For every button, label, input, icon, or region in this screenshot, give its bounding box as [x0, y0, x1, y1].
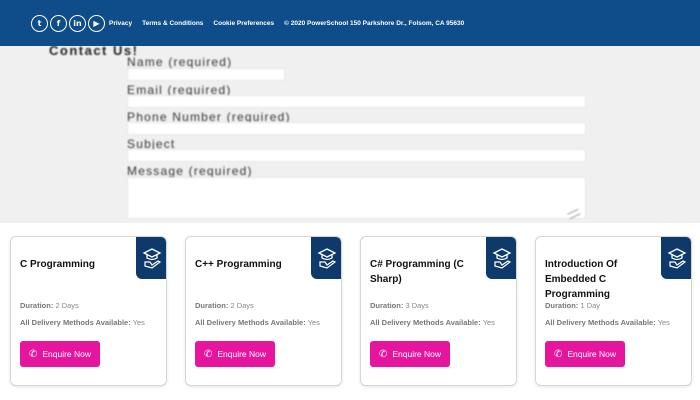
- linkedin-icon[interactable]: in: [69, 14, 86, 32]
- course-title: Introduction Of Embedded C Programming: [545, 259, 618, 300]
- graduation-cap-icon: [486, 237, 516, 279]
- phone-icon: ✆: [553, 348, 563, 360]
- enquire-now-button[interactable]: ✆ Enquire Now: [195, 341, 275, 367]
- graduation-cap-icon: [311, 237, 341, 279]
- twitter-icon[interactable]: t: [31, 14, 48, 32]
- course-card: C Programming Duration: 2 Days All Deliv…: [10, 236, 167, 386]
- duration-row: Duration: 1 Day: [545, 301, 601, 310]
- phone-icon: ✆: [28, 348, 38, 360]
- social-links: t f in ▶: [31, 14, 105, 32]
- email-field[interactable]: [127, 95, 586, 108]
- name-field[interactable]: [127, 68, 285, 81]
- contact-title: Contact Us!: [49, 46, 139, 58]
- enquire-now-button[interactable]: ✆ Enquire Now: [370, 341, 450, 367]
- course-card: Introduction Of Embedded C Programming D…: [535, 236, 692, 386]
- privacy-link[interactable]: Privacy: [109, 20, 132, 27]
- course-title: C Programming: [20, 259, 96, 270]
- duration-row: Duration: 3 Days: [370, 301, 429, 310]
- duration-row: Duration: 2 Days: [20, 301, 79, 310]
- duration-row: Duration: 2 Days: [195, 301, 254, 310]
- name-label: Name (required): [127, 55, 233, 69]
- terms-link[interactable]: Terms & Conditions: [142, 20, 203, 27]
- graduation-cap-icon: [661, 237, 691, 279]
- course-card: C++ Programming Duration: 2 Days All Del…: [185, 236, 342, 386]
- contact-form: Contact Us! Name (required) Email (requi…: [0, 46, 700, 223]
- copyright-text: © 2020 PowerSchool 150 Parkshore Dr., Fo…: [284, 19, 465, 27]
- phone-icon: ✆: [378, 348, 388, 360]
- subject-field[interactable]: [127, 149, 586, 162]
- footer-bar: t f in ▶ Privacy Terms & Conditions Cook…: [0, 0, 700, 46]
- course-card: C# Programming (C Sharp) Duration: 3 Day…: [360, 236, 517, 386]
- enquire-now-button[interactable]: ✆ Enquire Now: [545, 341, 625, 367]
- graduation-cap-icon: [136, 237, 166, 279]
- facebook-icon[interactable]: f: [50, 14, 67, 32]
- phone-icon: ✆: [203, 348, 213, 360]
- delivery-row: All Delivery Methods Available: Yes: [20, 318, 145, 327]
- message-label: Message (required): [127, 164, 253, 178]
- course-title: C# Programming (C Sharp): [370, 259, 464, 285]
- message-field[interactable]: [127, 177, 586, 219]
- delivery-row: All Delivery Methods Available: Yes: [545, 318, 670, 327]
- enquire-now-button[interactable]: ✆ Enquire Now: [20, 341, 100, 367]
- cookie-preferences-link[interactable]: Cookie Preferences: [213, 20, 274, 27]
- delivery-row: All Delivery Methods Available: Yes: [370, 318, 495, 327]
- delivery-row: All Delivery Methods Available: Yes: [195, 318, 320, 327]
- course-title: C++ Programming: [195, 259, 282, 270]
- youtube-icon[interactable]: ▶: [88, 14, 105, 32]
- course-cards: C Programming Duration: 2 Days All Deliv…: [0, 223, 700, 400]
- phone-field[interactable]: [127, 122, 586, 135]
